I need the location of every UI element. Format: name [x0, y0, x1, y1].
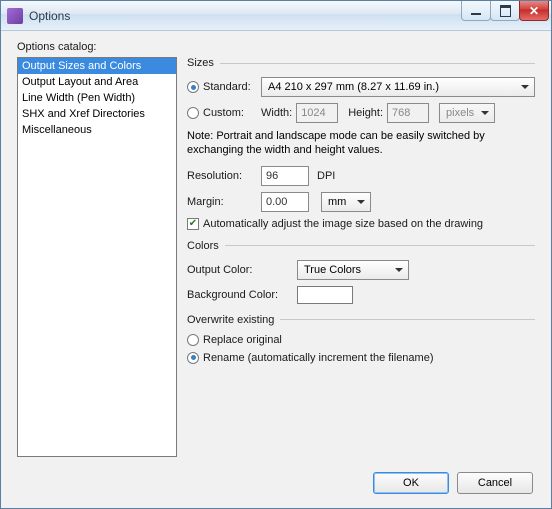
rename-radio[interactable] — [187, 352, 199, 364]
auto-adjust-checkbox[interactable] — [187, 218, 199, 230]
minimize-button[interactable] — [461, 1, 491, 21]
options-dialog: Options Options catalog: Output Sizes an… — [0, 0, 552, 509]
options-catalog-list[interactable]: Output Sizes and Colors Output Layout an… — [17, 57, 177, 457]
resolution-unit: DPI — [317, 170, 335, 182]
height-input[interactable]: 768 — [387, 103, 429, 123]
margin-input[interactable]: 0.00 — [261, 192, 309, 212]
replace-original-radio[interactable] — [187, 334, 199, 346]
margin-unit-select[interactable]: mm — [321, 192, 371, 212]
width-input[interactable]: 1024 — [296, 103, 338, 123]
standard-size-value: A4 210 x 297 mm (8.27 x 11.69 in.) — [268, 81, 439, 93]
standard-label: Standard: — [203, 81, 261, 93]
width-label: Width: — [261, 107, 292, 119]
background-color-label: Background Color: — [187, 289, 297, 301]
catalog-item-line-width[interactable]: Line Width (Pen Width) — [18, 90, 176, 106]
height-label: Height: — [348, 107, 383, 119]
auto-adjust-label: Automatically adjust the image size base… — [203, 218, 483, 230]
rename-label: Rename (automatically increment the file… — [203, 352, 434, 364]
app-icon — [7, 8, 23, 24]
colors-group: Colors Output Color: True Colors Backgro… — [187, 240, 535, 304]
catalog-item-output-layout[interactable]: Output Layout and Area — [18, 74, 176, 90]
margin-unit-value: mm — [328, 196, 346, 208]
output-color-select[interactable]: True Colors — [297, 260, 409, 280]
sizes-title: Sizes — [187, 57, 214, 69]
size-units-select[interactable]: pixels — [439, 103, 495, 123]
overwrite-title: Overwrite existing — [187, 314, 274, 326]
catalog-item-output-sizes[interactable]: Output Sizes and Colors — [18, 58, 176, 74]
standard-radio[interactable] — [187, 81, 199, 93]
maximize-button[interactable] — [490, 1, 520, 21]
resolution-input[interactable]: 96 — [261, 166, 309, 186]
colors-title: Colors — [187, 240, 219, 252]
sizes-group: Sizes Standard: A4 210 x 297 mm (8.27 x … — [187, 57, 535, 230]
background-color-swatch[interactable] — [297, 286, 353, 304]
client-area: Options catalog: Output Sizes and Colors… — [1, 31, 551, 508]
margin-label: Margin: — [187, 196, 261, 208]
custom-label: Custom: — [203, 107, 261, 119]
size-units-value: pixels — [446, 107, 474, 119]
sizes-note: Note: Portrait and landscape mode can be… — [187, 129, 517, 158]
resolution-label: Resolution: — [187, 170, 261, 182]
standard-size-select[interactable]: A4 210 x 297 mm (8.27 x 11.69 in.) — [261, 77, 535, 97]
output-color-value: True Colors — [304, 264, 361, 276]
overwrite-group: Overwrite existing Replace original Rena… — [187, 314, 535, 364]
catalog-item-misc[interactable]: Miscellaneous — [18, 122, 176, 138]
custom-radio[interactable] — [187, 107, 199, 119]
cancel-button[interactable]: Cancel — [457, 472, 533, 494]
close-button[interactable] — [519, 1, 549, 21]
replace-original-label: Replace original — [203, 334, 282, 346]
ok-button[interactable]: OK — [373, 472, 449, 494]
output-color-label: Output Color: — [187, 264, 297, 276]
catalog-item-shx-xref[interactable]: SHX and Xref Directories — [18, 106, 176, 122]
catalog-label: Options catalog: — [17, 41, 97, 53]
titlebar[interactable]: Options — [1, 1, 551, 31]
